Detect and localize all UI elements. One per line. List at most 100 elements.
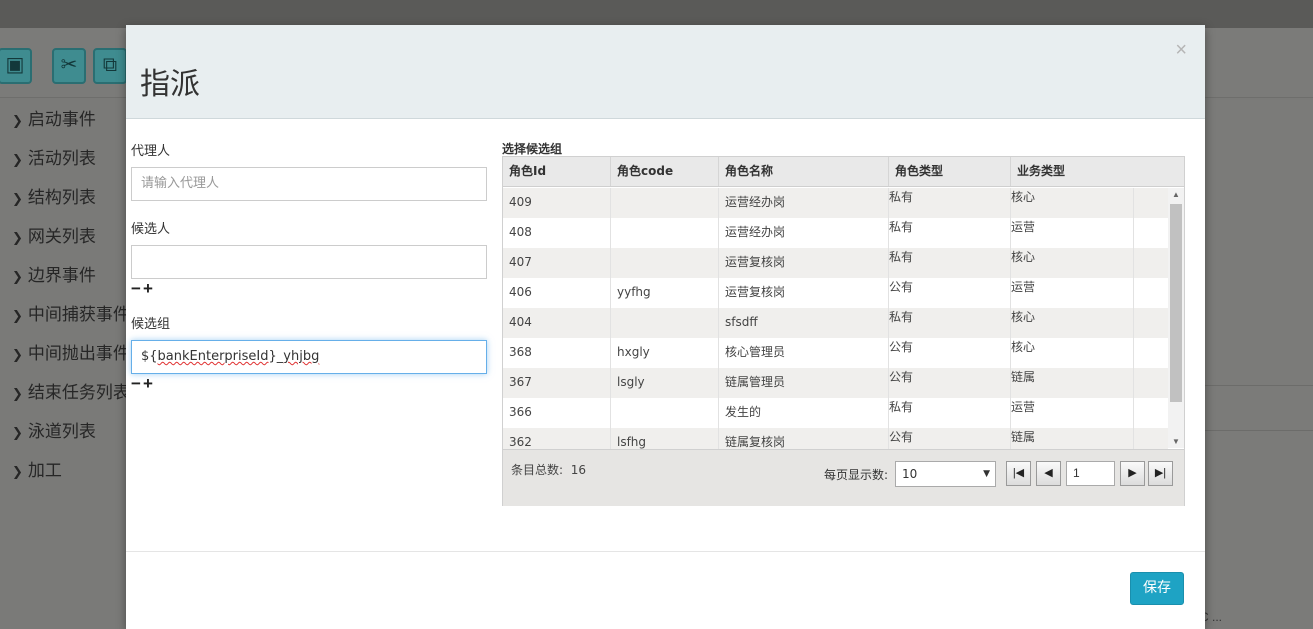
column-header[interactable]: 角色名称 bbox=[719, 157, 889, 186]
copy-icon[interactable]: ⧉ bbox=[93, 48, 127, 84]
grid-scrollbar[interactable]: ▲ ▼ bbox=[1168, 188, 1184, 448]
table-cell bbox=[611, 308, 719, 338]
add-user-button[interactable]: + bbox=[143, 279, 155, 298]
table-cell: 核心 bbox=[1011, 308, 1134, 338]
table-row[interactable]: 407 运营复核岗 私有 核心 bbox=[503, 248, 1168, 278]
agent-input[interactable]: 请输入代理人 bbox=[131, 167, 487, 201]
candidate-user-input[interactable] bbox=[131, 245, 487, 279]
close-icon[interactable]: × bbox=[1175, 39, 1187, 62]
table-cell: 404 bbox=[503, 308, 611, 338]
table-cell: 私有 bbox=[889, 248, 1011, 278]
table-cell: 链属管理员 bbox=[719, 368, 889, 398]
table-cell: 核心 bbox=[1011, 338, 1134, 368]
candidate-group-input[interactable]: ${bankEnterpriseId}_yhjbg bbox=[131, 340, 487, 374]
grid-header: 角色Id 角色code 角色名称 角色类型 业务类型 bbox=[503, 157, 1184, 187]
app-topbar bbox=[0, 0, 1313, 28]
candidate-user-label: 候选人 bbox=[131, 222, 171, 237]
table-row[interactable]: 409 运营经办岗 私有 核心 bbox=[503, 188, 1168, 218]
table-cell: 362 bbox=[503, 428, 611, 449]
column-header[interactable]: 角色类型 bbox=[889, 157, 1011, 186]
table-row[interactable]: 368 hxgly 核心管理员 公有 核心 bbox=[503, 338, 1168, 368]
table-cell: 私有 bbox=[889, 218, 1011, 248]
page-number-input[interactable]: 1 bbox=[1066, 461, 1115, 486]
column-header[interactable]: 角色code bbox=[611, 157, 719, 186]
table-cell: 运营复核岗 bbox=[719, 248, 889, 278]
table-cell bbox=[611, 398, 719, 428]
table-cell: 链属复核岗 bbox=[719, 428, 889, 449]
sidebar-item[interactable]: ❯ 泳道列表 bbox=[0, 412, 130, 451]
sidebar-item[interactable]: ❯ 中间抛出事件 bbox=[0, 334, 130, 373]
candidate-group-controls: −+ bbox=[131, 374, 487, 394]
divider bbox=[1205, 430, 1313, 431]
candidate-group-grid: 角色Id 角色code 角色名称 角色类型 业务类型 409 运营经办岗 私有 核心 4… bbox=[502, 156, 1185, 506]
column-header[interactable]: 业务类型 bbox=[1011, 157, 1184, 186]
background-panel bbox=[1205, 100, 1313, 629]
assign-form: 代理人 请输入代理人 候选人 −+ 候选组 ${bankEnterpriseId… bbox=[131, 140, 487, 394]
table-cell: 406 bbox=[503, 278, 611, 308]
table-cell: 407 bbox=[503, 248, 611, 278]
sidebar-item[interactable]: ❯ 边界事件 bbox=[0, 256, 130, 295]
table-cell: sfsdff bbox=[719, 308, 889, 338]
sidebar: ❯ 启动事件 ❯ 活动列表 ❯ 结构列表 ❯ 网关列表 ❯ 边界事件 ❯ 中间捕获事件 ❯ 中… bbox=[0, 100, 130, 629]
first-page-button[interactable]: |◀ bbox=[1006, 461, 1031, 486]
table-cell: 367 bbox=[503, 368, 611, 398]
table-cell: 运营复核岗 bbox=[719, 278, 889, 308]
table-row[interactable]: 362 lsfhg 链属复核岗 公有 链属 bbox=[503, 428, 1168, 449]
table-cell: 核心 bbox=[1011, 188, 1134, 218]
table-cell: 链属 bbox=[1011, 428, 1134, 449]
table-row[interactable]: 366 发生的 私有 运营 bbox=[503, 398, 1168, 428]
grid-body: 409 运营经办岗 私有 核心 408 运营经办岗 私有 运营 407 运营复核岗 私有 核心 406 y… bbox=[503, 188, 1168, 449]
sidebar-item[interactable]: ❯ 启动事件 bbox=[0, 100, 130, 139]
dialog-header: 指派 × bbox=[126, 25, 1205, 119]
save-button[interactable]: 保存 bbox=[1130, 572, 1184, 605]
divider bbox=[1205, 385, 1313, 386]
last-page-button[interactable]: ▶| bbox=[1148, 461, 1173, 486]
table-cell: 私有 bbox=[889, 188, 1011, 218]
table-cell: 运营 bbox=[1011, 278, 1134, 308]
remove-group-button[interactable]: − bbox=[131, 374, 143, 393]
table-row[interactable]: 408 运营经办岗 私有 运营 bbox=[503, 218, 1168, 248]
table-cell: 368 bbox=[503, 338, 611, 368]
table-cell: lsgly bbox=[611, 368, 719, 398]
remove-user-button[interactable]: − bbox=[131, 279, 143, 298]
table-cell: 核心 bbox=[1011, 248, 1134, 278]
grid-title: 选择候选组 bbox=[502, 142, 563, 156]
scroll-down-icon[interactable]: ▼ bbox=[1172, 437, 1180, 446]
sidebar-item[interactable]: ❯ 结构列表 bbox=[0, 178, 130, 217]
scroll-up-icon[interactable]: ▲ bbox=[1172, 190, 1180, 199]
table-cell bbox=[611, 218, 719, 248]
chevron-down-icon: ▼ bbox=[983, 469, 990, 479]
add-group-button[interactable]: + bbox=[143, 374, 155, 393]
table-cell: 运营 bbox=[1011, 218, 1134, 248]
table-cell: 公有 bbox=[889, 428, 1011, 449]
table-cell: 私有 bbox=[889, 308, 1011, 338]
scroll-thumb[interactable] bbox=[1170, 204, 1182, 402]
table-row[interactable]: 404 sfsdff 私有 核心 bbox=[503, 308, 1168, 338]
table-cell: 公有 bbox=[889, 278, 1011, 308]
table-cell: 366 bbox=[503, 398, 611, 428]
table-cell: lsfhg bbox=[611, 428, 719, 449]
agent-label: 代理人 bbox=[131, 144, 171, 159]
table-cell: hxgly bbox=[611, 338, 719, 368]
scissors-icon[interactable]: ✂ bbox=[52, 48, 86, 84]
sidebar-item[interactable]: ❯ 中间捕获事件 bbox=[0, 295, 130, 334]
sidebar-item[interactable]: ❯ 活动列表 bbox=[0, 139, 130, 178]
assign-dialog: 指派 × 代理人 请输入代理人 候选人 −+ 候选组 ${bankEnterpr… bbox=[126, 25, 1205, 629]
table-cell: 核心管理员 bbox=[719, 338, 889, 368]
table-cell: yyfhg bbox=[611, 278, 719, 308]
per-page-select[interactable]: 10 ▼ bbox=[895, 461, 996, 487]
column-header[interactable]: 角色Id bbox=[503, 157, 611, 186]
table-cell: 运营经办岗 bbox=[719, 218, 889, 248]
sidebar-item[interactable]: ❯ 结束任务列表 bbox=[0, 373, 130, 412]
candidate-group-label: 候选组 bbox=[131, 317, 171, 332]
table-cell: 运营 bbox=[1011, 398, 1134, 428]
sidebar-item[interactable]: ❯ 加工 bbox=[0, 451, 130, 490]
table-row[interactable]: 406 yyfhg 运营复核岗 公有 运营 bbox=[503, 278, 1168, 308]
table-row[interactable]: 367 lsgly 链属管理员 公有 链属 bbox=[503, 368, 1168, 398]
next-page-button[interactable]: ▶ bbox=[1120, 461, 1145, 486]
table-cell: 公有 bbox=[889, 338, 1011, 368]
save-icon[interactable]: ▣ bbox=[0, 48, 32, 84]
candidate-user-controls: −+ bbox=[131, 279, 487, 299]
prev-page-button[interactable]: ◀ bbox=[1036, 461, 1061, 486]
sidebar-item[interactable]: ❯ 网关列表 bbox=[0, 217, 130, 256]
